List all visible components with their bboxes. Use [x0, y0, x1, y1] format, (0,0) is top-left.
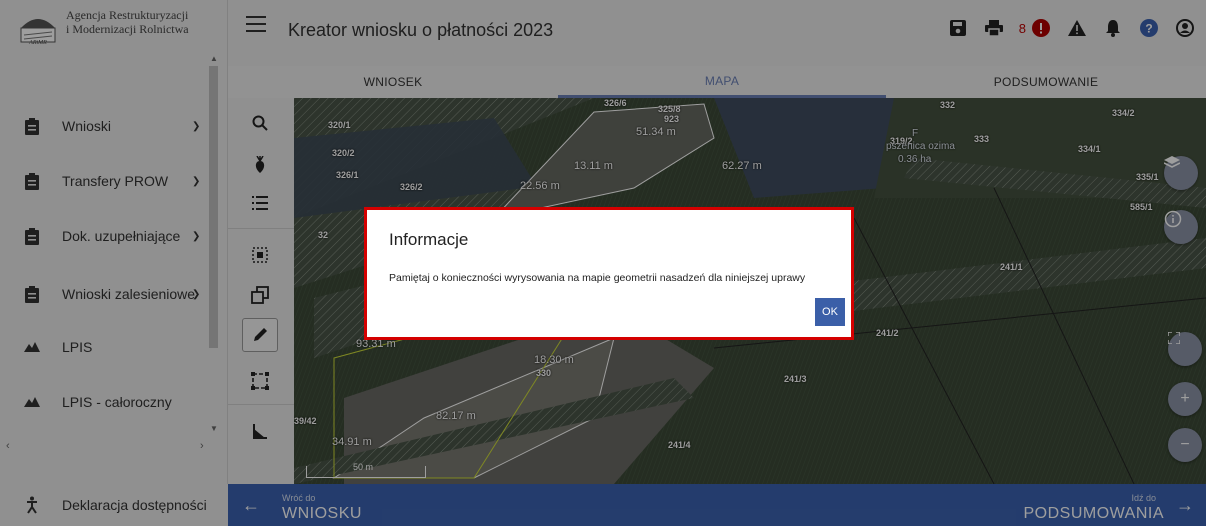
dialog-title: Informacje [389, 230, 469, 249]
info-dialog: Informacje Pamiętaj o konieczności wyrys… [364, 207, 854, 340]
ok-button[interactable]: OK [815, 298, 845, 326]
dialog-message: Pamiętaj o konieczności wyrysowania na m… [389, 272, 806, 284]
